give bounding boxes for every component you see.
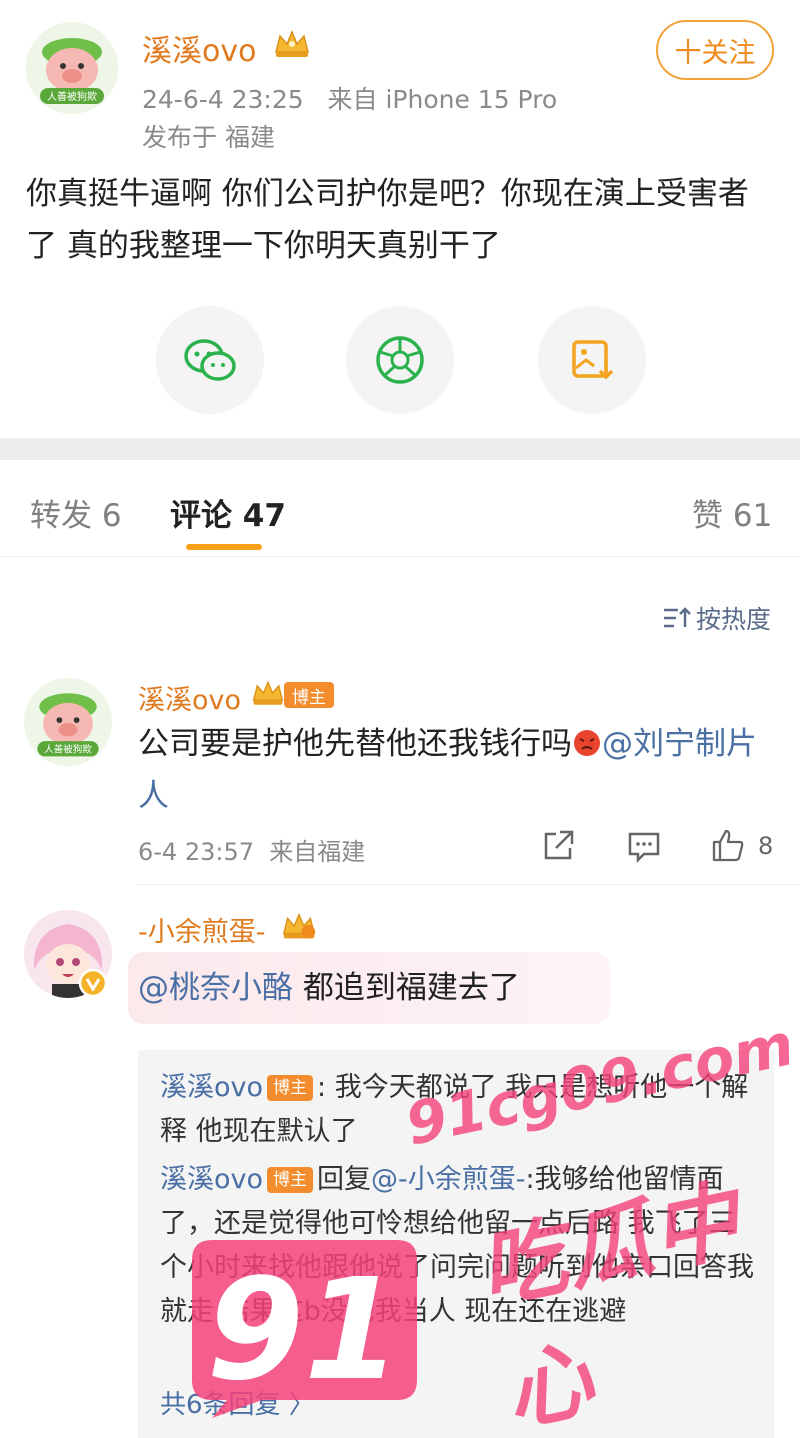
author-badge: 博主 [284,682,334,708]
post-author-name[interactable]: 溪溪ovo [142,26,256,70]
save-image-button[interactable] [538,306,646,414]
crown-icon [275,30,309,57]
post-location: 发布于 福建 [142,123,275,152]
sort-label: 按热度 [696,605,772,634]
reply-item[interactable]: 溪溪ovo 博主 回复@-小余煎蛋-:我够给他留情面了，还是觉得他可怜想给他留一点后… [160,1158,760,1334]
moments-icon [376,336,424,384]
crown-icon [282,912,316,939]
author-badge: 博主 [267,1167,314,1193]
share-wechat-button[interactable] [156,306,264,414]
wechat-icon [184,339,236,381]
active-tab-indicator [186,544,262,550]
tab-likes[interactable]: 赞 61 [692,490,772,535]
section-divider [0,438,800,460]
comment-text: @桃奈小酪 都追到福建去了 [138,962,520,1014]
post-header: 人善被狗欺 溪溪ovo 24-6-4 23:25 来自 iPhone 15 Pr… [0,0,800,160]
comment-text-prefix: 公司要是护他先替他还我钱行吗 [138,726,572,762]
comment-avatar[interactable]: 人善被狗欺 [24,678,112,766]
tabs-divider [0,556,800,557]
reply-word: 回复 [317,1164,372,1195]
comment-time: 6-4 23:57 [138,838,254,866]
like-count: 8 [758,832,774,860]
author-avatar[interactable]: 人善被狗欺 [26,22,118,114]
angry-emoji-icon [574,730,600,756]
sort-by-hot-button[interactable]: 按热度 [662,600,771,636]
comment-location: 来自福建 [269,838,366,866]
share-moments-button[interactable] [346,306,454,414]
comment-text-body: 都追到福建去了 [293,970,520,1006]
reply-author[interactable]: 溪溪ovo [160,1072,263,1103]
crown-icon [252,680,284,705]
tab-repost[interactable]: 转发 6 [30,490,122,535]
replies-box: 溪溪ovo 博主: 我今天都说了 我只是想听他一个解释 他现在默认了 溪溪ovo 博… [138,1050,774,1438]
more-replies-link[interactable]: 共6条回复 〉 [160,1384,315,1421]
post-source: 来自 iPhone 15 Pro [327,85,558,114]
save-image-icon [572,340,614,380]
post-timestamp: 24-6-4 23:25 [142,85,304,114]
comment-divider [138,884,800,885]
avatar-caption: 人善被狗欺 [44,744,92,756]
post-text: 你真挺牛逼啊 你们公司护你是吧？你现在演上受害者了 真的我整理一下你明天真别干了 [26,176,749,264]
sort-icon [664,607,691,628]
comment-author-name[interactable]: -小余煎蛋- [138,910,266,949]
comment-meta: 6-4 23:57 来自福建 [138,832,365,867]
reply-mention[interactable]: @-小余煎蛋- [371,1164,526,1195]
reply-author[interactable]: 溪溪ovo [160,1164,263,1195]
reply-item[interactable]: 溪溪ovo 博主: 我今天都说了 我只是想听他一个解释 他现在默认了 [160,1066,760,1154]
comment-icon[interactable] [626,828,662,864]
comment-author-name[interactable]: 溪溪ovo [138,678,241,717]
comment-mention[interactable]: @桃奈小酪 [138,970,293,1006]
verified-icon [78,968,108,998]
follow-button[interactable]: 十关注 [656,20,774,80]
tab-comments[interactable]: 评论 47 [170,490,286,535]
comment-text: 公司要是护他先替他还我钱行吗 @刘宁制片人 [138,718,778,822]
share-icon[interactable] [540,828,576,864]
author-badge: 博主 [267,1075,314,1101]
like-icon[interactable] [710,828,746,864]
avatar-caption: 人善被狗欺 [47,90,97,103]
